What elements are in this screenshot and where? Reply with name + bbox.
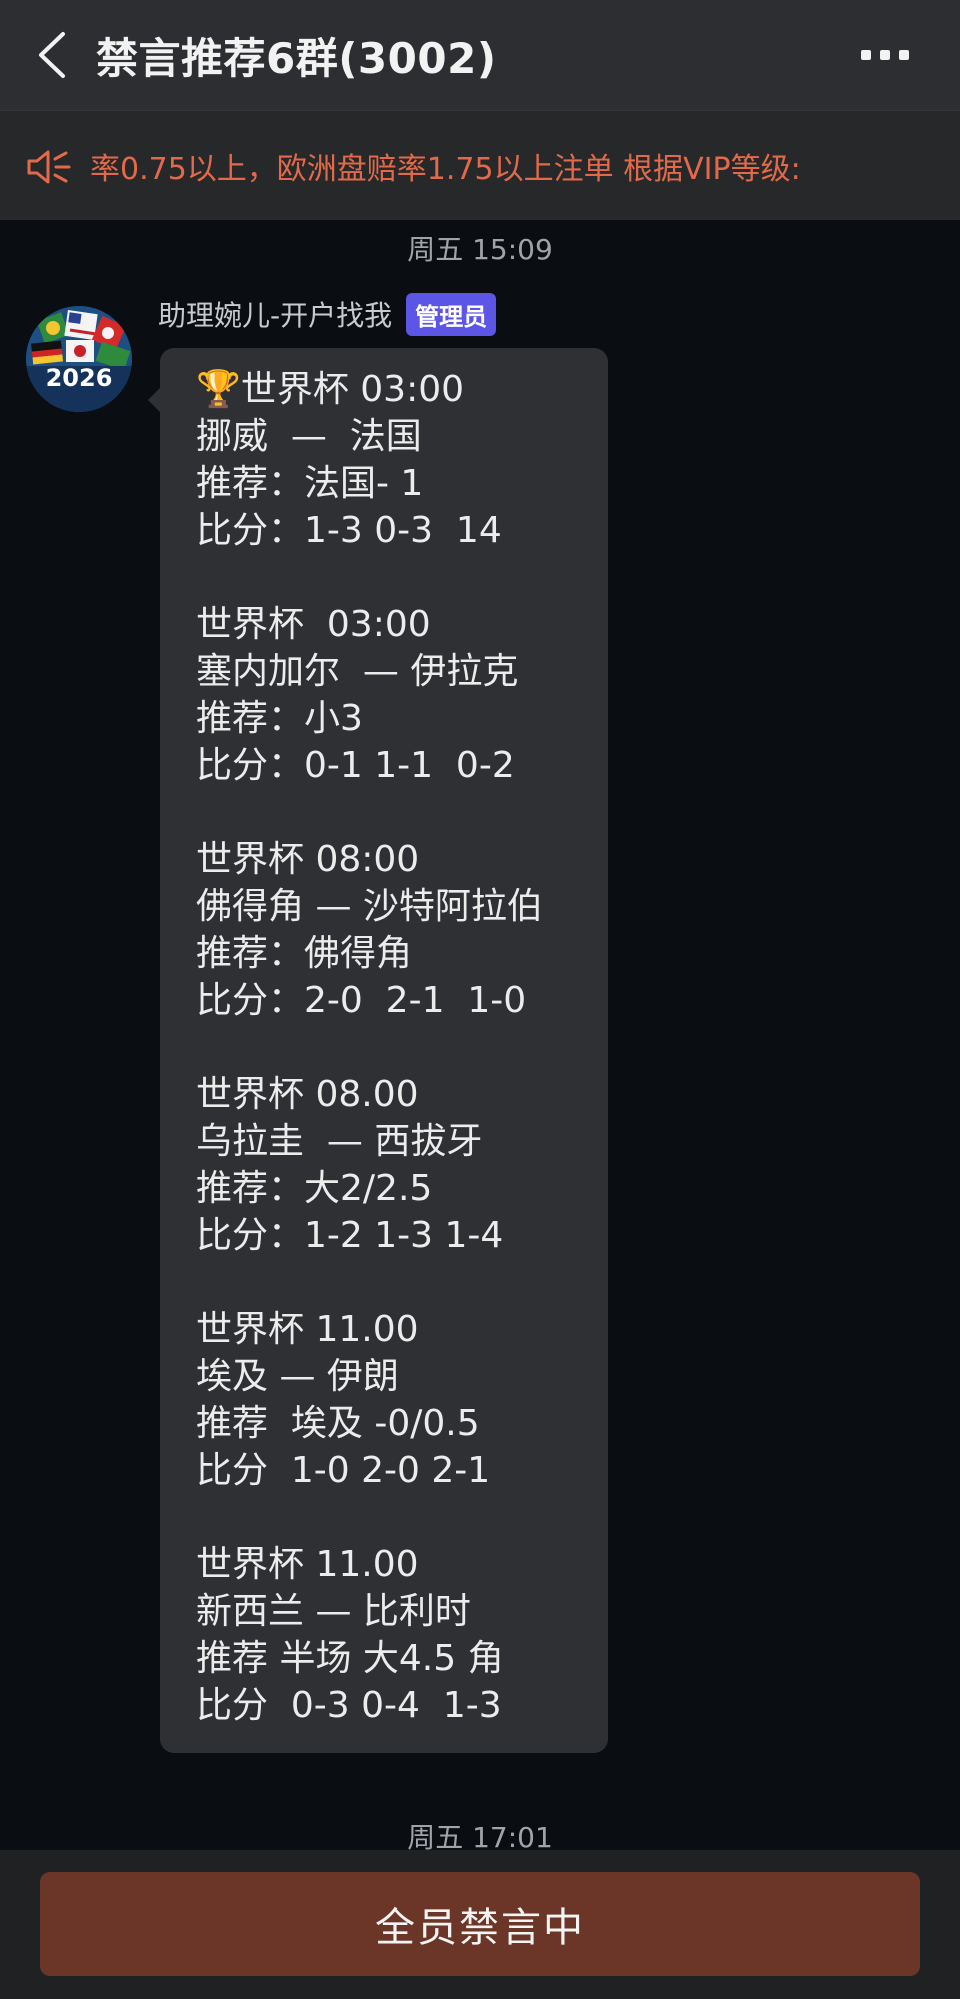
- chat-title: 禁言推荐6群(3002): [96, 33, 497, 83]
- message-text-line: 埃及 — 伊朗: [196, 1356, 399, 1397]
- more-button[interactable]: [850, 30, 920, 80]
- message-text-line: 塞内加尔 — 伊拉克: [196, 651, 519, 692]
- announcement-text: 率0.75以上，欧洲盘赔率1.75以上注单 根据VIP等级:: [90, 152, 801, 187]
- chat-screen: 禁言推荐6群(3002) 率0.75以上，欧洲盘赔率1.75以上注单 根据VIP…: [0, 0, 960, 1999]
- message-text-line: 🏆世界杯 03:00: [196, 369, 465, 410]
- all-muted-button[interactable]: 全员禁言中: [40, 1872, 920, 1976]
- sender-name[interactable]: 助理婉儿-开户找我: [158, 294, 392, 334]
- message-timestamp: 周五 15:09: [407, 233, 553, 266]
- message-text-line: 推荐：法国- 1: [196, 463, 424, 504]
- message-text-line: 世界杯 03:00: [196, 604, 431, 645]
- more-dots-icon: [861, 50, 871, 60]
- more-dots-icon: [899, 50, 909, 60]
- sender-avatar[interactable]: 2026: [26, 306, 132, 412]
- admin-badge: 管理员: [406, 292, 497, 336]
- message-text-line: 比分：2-0 2-1 1-0: [196, 980, 527, 1021]
- speaker-icon: [27, 150, 71, 184]
- message-text-line: 世界杯 08:00: [196, 839, 420, 880]
- message-text-line: 推荐：大2/2.5: [196, 1168, 433, 1209]
- message-text-line: 挪威 — 法国: [196, 416, 422, 457]
- message-text-line: 乌拉圭 — 西拔牙: [196, 1121, 483, 1162]
- message-text-line: 比分：1-2 1-3 1-4: [196, 1215, 504, 1256]
- message-text-line: 世界杯 11.00: [196, 1309, 419, 1350]
- message-text-line: 世界杯 11.00: [196, 1544, 419, 1585]
- avatar-year-text: 2026: [46, 364, 113, 392]
- message-text-line: 推荐：佛得角: [196, 933, 413, 974]
- announcement-bar[interactable]: 率0.75以上，欧洲盘赔率1.75以上注单 根据VIP等级:: [0, 110, 960, 220]
- top-nav-bar: 禁言推荐6群(3002): [0, 0, 960, 110]
- message-bubble[interactable]: 🏆世界杯 03:00 挪威 — 法国 推荐：法国- 1 比分：1-3 0-3 14 世界…: [148, 348, 608, 1753]
- message-text-line: 推荐 埃及 -0/0.5: [196, 1403, 480, 1444]
- message-text-line: 新西兰 — 比利时: [196, 1591, 471, 1632]
- message-text-line: 推荐 半场 大4.5 角: [196, 1638, 504, 1679]
- back-chevron-icon: [39, 32, 65, 78]
- message-text-line: 比分：0-1 1-1 0-2: [196, 745, 515, 786]
- message-text-line: 比分：1-3 0-3 14: [196, 510, 502, 551]
- message-list[interactable]: 周五 15:09 2026 助理婉儿-开户找我 管理员 🏆世界杯 03:00 挪…: [0, 220, 960, 1854]
- message-text-line: 佛得角 — 沙特阿拉伯: [196, 886, 543, 927]
- input-bar: 全员禁言中: [0, 1850, 960, 1999]
- message-text-line: 比分 1-0 2-0 2-1: [196, 1450, 491, 1491]
- back-button[interactable]: [22, 22, 82, 88]
- message-text-line: 推荐：小3: [196, 698, 363, 739]
- more-dots-icon: [880, 50, 890, 60]
- message-text-line: 比分 0-3 0-4 1-3: [196, 1685, 502, 1726]
- message-text-line: 世界杯 08.00: [196, 1074, 419, 1115]
- sender-info: 助理婉儿-开户找我 管理员: [158, 292, 497, 336]
- avatar-ball-icon: 2026: [26, 306, 132, 412]
